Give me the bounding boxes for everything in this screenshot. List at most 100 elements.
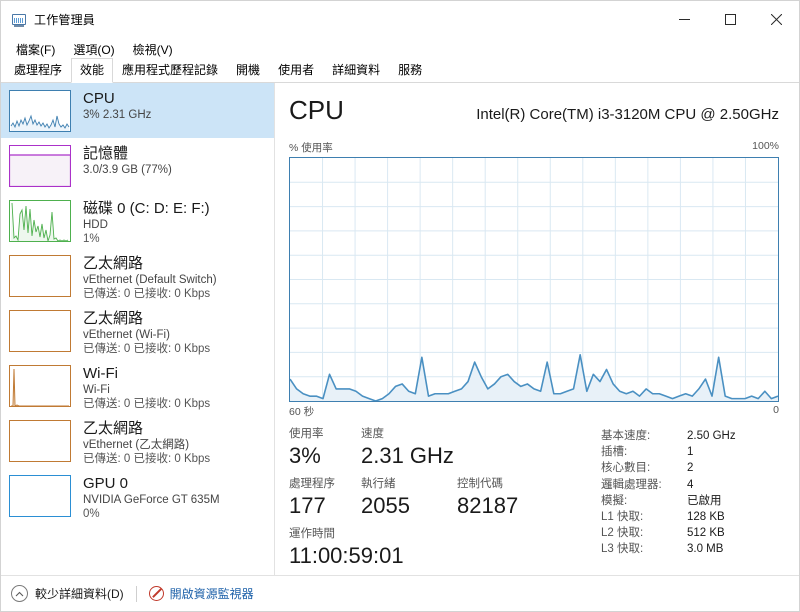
- tab-details[interactable]: 詳細資料: [323, 58, 389, 83]
- status-bar: 較少詳細資料(D) 開啟資源監視器: [1, 575, 799, 611]
- uptime-stat: 運作時間 11:00:59:01: [289, 527, 589, 570]
- tab-startup[interactable]: 開機: [227, 58, 269, 83]
- sidebar-wifi-sub: Wi-Fi: [83, 384, 110, 396]
- sidebar-gpu-title: GPU 0: [83, 475, 129, 492]
- cpu-info-list: 基本速度: 2.50 GHz 插槽: 1 核心數目: 2 邏輯處理器: 4 模擬…: [589, 427, 779, 577]
- close-button[interactable]: [753, 1, 799, 38]
- processes-stat: 處理程序 177: [289, 477, 361, 520]
- panel-header: CPU Intel(R) Core(TM) i3-3120M CPU @ 2.5…: [289, 83, 779, 130]
- sidebar-item-wifi[interactable]: Wi-Fi Wi-Fi 已傳送: 0 已接收: 0 Kbps: [1, 358, 274, 413]
- processes-value: 177: [289, 493, 326, 518]
- stats-left-block: 使用率 3% 速度 2.31 GHz 處理程序 177 執行緒 2055 控制代…: [289, 427, 589, 577]
- info-key-sockets: 插槽:: [601, 446, 628, 459]
- info-value-sockets: 1: [687, 446, 694, 459]
- sidebar-item-ethernet-default-switch[interactable]: 乙太網路 vEthernet (Default Switch) 已傳送: 0 已…: [1, 248, 274, 303]
- info-value-virtualization: 已啟用: [687, 494, 722, 507]
- sidebar-ethernet-default-switch-sub2: 已傳送: 0 已接收: 0 Kbps: [83, 288, 211, 300]
- info-key-base-speed: 基本速度:: [601, 430, 651, 442]
- sidebar-disk-sub: HDD: [83, 219, 108, 231]
- sidebar-cpu-text: CPU 3% 2.31 GHz: [83, 89, 151, 122]
- info-key-virtualization: 模擬:: [601, 494, 628, 507]
- speed-label: 速度: [361, 428, 384, 440]
- tab-app-history[interactable]: 應用程式歷程記錄: [113, 58, 227, 83]
- info-row-cores: 核心數目: 2: [601, 460, 779, 476]
- sidebar-ethernet-lan-text: 乙太網路 vEthernet (乙太網路) 已傳送: 0 已接收: 0 Kbps: [83, 419, 210, 466]
- handles-label: 控制代碼: [457, 478, 503, 490]
- task-manager-window: 工作管理員 檔案(F) 選項(O) 檢視(V) 處理程序 效能 應用程式歷程記錄…: [0, 0, 800, 612]
- info-value-l2-cache: 512 KB: [687, 527, 725, 540]
- sidebar-item-disk-0[interactable]: 磁碟 0 (C: D: E: F:) HDD 1%: [1, 193, 274, 248]
- sidebar-item-gpu-0[interactable]: GPU 0 NVIDIA GeForce GT 635M 0%: [1, 468, 274, 523]
- window-controls: [661, 1, 799, 38]
- tab-processes[interactable]: 處理程序: [5, 58, 71, 83]
- minimize-button[interactable]: [661, 1, 707, 38]
- content-area: CPU 3% 2.31 GHz 記憶體 3.0/3.9 GB (77%) 磁碟 …: [1, 83, 799, 575]
- menu-options[interactable]: 選項(O): [64, 39, 123, 60]
- info-row-base-speed: 基本速度: 2.50 GHz: [601, 428, 779, 444]
- graph-bottom-axis: 60 秒 0: [289, 404, 779, 419]
- sidebar-ethernet-wifi-sub2: 已傳送: 0 已接收: 0 Kbps: [83, 343, 211, 355]
- menu-bar: 檔案(F) 選項(O) 檢視(V): [1, 38, 799, 60]
- uptime-value: 11:00:59:01: [289, 543, 404, 568]
- title-bar: 工作管理員: [1, 1, 799, 38]
- status-divider: [135, 585, 137, 602]
- sidebar-item-ethernet-lan[interactable]: 乙太網路 vEthernet (乙太網路) 已傳送: 0 已接收: 0 Kbps: [1, 413, 274, 468]
- open-resource-monitor-button[interactable]: 開啟資源監視器: [148, 585, 254, 602]
- speed-stat: 速度 2.31 GHz: [361, 427, 485, 470]
- sidebar-wifi-title: Wi-Fi: [83, 365, 118, 382]
- info-row-l3-cache: L3 快取: 3.0 MB: [601, 541, 779, 557]
- cpu-utilization-chart[interactable]: [289, 157, 779, 402]
- tab-services[interactable]: 服務: [389, 58, 431, 83]
- y-axis-max-label: 100%: [752, 140, 779, 152]
- info-key-l3-cache: L3 快取:: [601, 543, 644, 556]
- tab-performance[interactable]: 效能: [71, 58, 114, 83]
- sidebar-disk-title: 磁碟 0 (C: D: E: F:): [83, 200, 210, 217]
- info-key-l1-cache: L1 快取:: [601, 511, 644, 524]
- sidebar-memory-text: 記憶體 3.0/3.9 GB (77%): [83, 144, 172, 177]
- sidebar-ethernet-default-switch-title: 乙太網路: [83, 255, 144, 272]
- tab-users[interactable]: 使用者: [269, 58, 323, 83]
- threads-value: 2055: [361, 493, 410, 518]
- sidebar-memory-title: 記憶體: [83, 145, 129, 162]
- cpu-chart-svg: [290, 158, 778, 401]
- info-key-l2-cache: L2 快取:: [601, 527, 644, 540]
- x-axis-end-label: 0: [773, 404, 779, 416]
- info-row-l1-cache: L1 快取: 128 KB: [601, 509, 779, 525]
- sidebar-item-memory[interactable]: 記憶體 3.0/3.9 GB (77%): [1, 138, 274, 193]
- utilization-label: 使用率: [289, 428, 324, 440]
- fewer-details-label: 較少詳細資料(D): [35, 587, 124, 601]
- fewer-details-button[interactable]: 較少詳細資料(D): [11, 585, 124, 602]
- stats-row-1: 使用率 3% 速度 2.31 GHz: [289, 427, 589, 470]
- stats-area: 使用率 3% 速度 2.31 GHz 處理程序 177 執行緒 2055 控制代…: [289, 427, 779, 577]
- utilization-value: 3%: [289, 443, 321, 468]
- y-axis-label: % 使用率: [289, 142, 333, 154]
- sidebar-gpu-sub2: 0%: [83, 508, 100, 520]
- wifi-thumbnail-graph: [9, 365, 71, 407]
- memory-thumbnail-graph: [9, 145, 71, 187]
- sidebar-ethernet-wifi-sub: vEthernet (Wi-Fi): [83, 329, 170, 341]
- sidebar-item-ethernet-wifi[interactable]: 乙太網路 vEthernet (Wi-Fi) 已傳送: 0 已接收: 0 Kbp…: [1, 303, 274, 358]
- info-value-base-speed: 2.50 GHz: [687, 430, 736, 442]
- info-value-l1-cache: 128 KB: [687, 511, 725, 524]
- handles-stat: 控制代碼 82187: [457, 477, 553, 520]
- stats-row-2: 處理程序 177 執行緒 2055 控制代碼 82187: [289, 477, 589, 520]
- menu-view[interactable]: 檢視(V): [124, 39, 182, 60]
- info-value-cores: 2: [687, 462, 694, 475]
- task-manager-icon: [11, 12, 27, 28]
- tab-strip: 處理程序 效能 應用程式歷程記錄 開機 使用者 詳細資料 服務: [1, 58, 799, 83]
- sidebar-memory-sub: 3.0/3.9 GB (77%): [83, 164, 172, 176]
- sidebar-ethernet-default-switch-sub: vEthernet (Default Switch): [83, 274, 217, 286]
- menu-file[interactable]: 檔案(F): [7, 39, 64, 60]
- maximize-button[interactable]: [707, 1, 753, 38]
- sidebar-disk-sub2: 1%: [83, 233, 100, 245]
- sidebar-ethernet-lan-title: 乙太網路: [83, 420, 144, 437]
- resource-sidebar[interactable]: CPU 3% 2.31 GHz 記憶體 3.0/3.9 GB (77%) 磁碟 …: [1, 83, 275, 575]
- sidebar-ethernet-default-switch-text: 乙太網路 vEthernet (Default Switch) 已傳送: 0 已…: [83, 254, 217, 301]
- cpu-model-name: Intel(R) Core(TM) i3-3120M CPU @ 2.50GHz: [476, 106, 779, 123]
- gpu-thumbnail-graph: [9, 475, 71, 517]
- sidebar-item-cpu[interactable]: CPU 3% 2.31 GHz: [1, 83, 274, 138]
- graph-top-axis: % 使用率 100%: [289, 140, 779, 155]
- info-row-logical-processors: 邏輯處理器: 4: [601, 477, 779, 493]
- info-row-virtualization: 模擬: 已啟用: [601, 493, 779, 509]
- info-value-logical-processors: 4: [687, 478, 694, 491]
